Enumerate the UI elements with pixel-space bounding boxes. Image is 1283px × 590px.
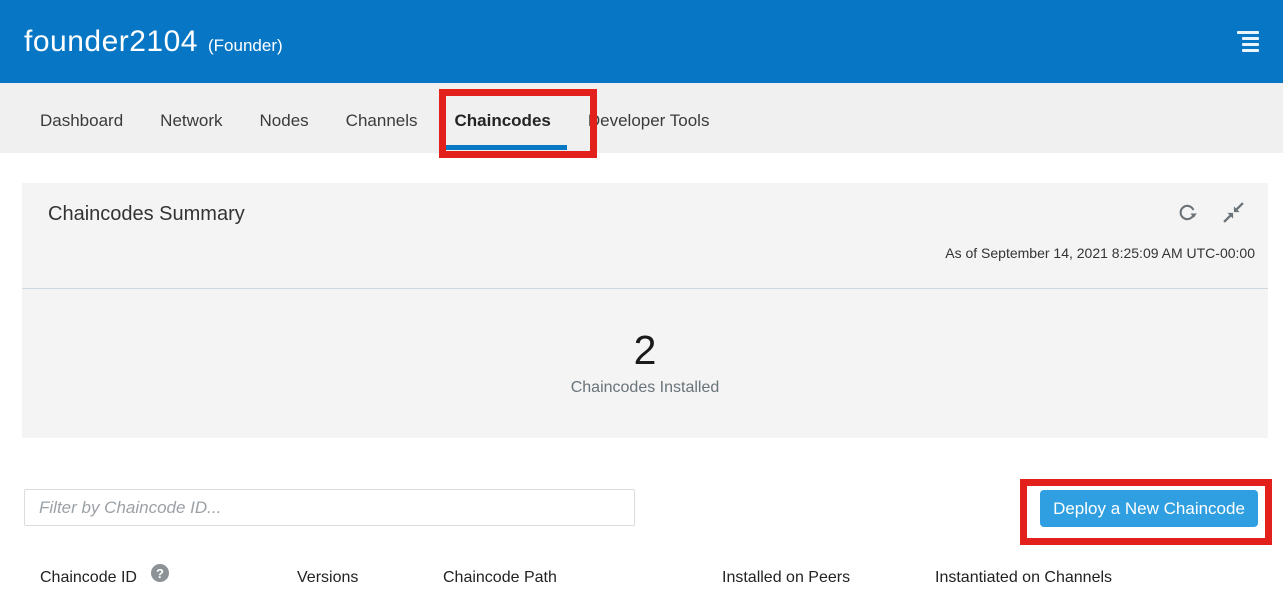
deploy-new-chaincode-button[interactable]: Deploy a New Chaincode	[1040, 490, 1258, 527]
collapse-icon[interactable]	[1223, 202, 1244, 223]
instance-title-group: founder2104 (Founder)	[24, 25, 283, 59]
tab-nodes[interactable]: Nodes	[260, 83, 309, 150]
tab-channels[interactable]: Channels	[346, 83, 418, 150]
tab-network[interactable]: Network	[160, 83, 222, 150]
column-header-installed-on-peers: Installed on Peers	[722, 569, 850, 587]
column-header-versions: Versions	[297, 569, 358, 587]
chaincodes-summary-panel: Chaincodes Summary As of September 14, 2…	[22, 183, 1268, 438]
summary-panel-header: Chaincodes Summary As of September 14, 2…	[22, 183, 1268, 289]
help-icon[interactable]: ?	[151, 564, 169, 582]
summary-panel-title: Chaincodes Summary	[48, 203, 245, 226]
nav-tabbar: Dashboard Network Nodes Channels Chainco…	[0, 83, 1283, 153]
hamburger-menu-icon[interactable]	[1237, 31, 1259, 52]
summary-panel-actions	[1177, 202, 1244, 223]
as-of-timestamp: As of September 14, 2021 8:25:09 AM UTC-…	[945, 245, 1255, 261]
refresh-icon[interactable]	[1177, 202, 1198, 223]
summary-panel-body: 2 Chaincodes Installed	[22, 289, 1268, 437]
chaincodes-installed-label: Chaincodes Installed	[571, 379, 720, 397]
page-title: founder2104	[24, 25, 198, 59]
top-header-bar: founder2104 (Founder)	[0, 0, 1283, 83]
column-header-chaincode-path: Chaincode Path	[443, 569, 557, 587]
page-subtitle: (Founder)	[208, 36, 283, 56]
tab-chaincodes[interactable]: Chaincodes	[439, 83, 567, 150]
filter-chaincode-input[interactable]	[24, 489, 635, 526]
tab-developer-tools[interactable]: Developer Tools	[588, 83, 710, 150]
column-header-chaincode-id: Chaincode ID	[40, 569, 137, 587]
app-window: founder2104 (Founder) Dashboard Network …	[0, 0, 1283, 590]
tab-dashboard[interactable]: Dashboard	[40, 83, 123, 150]
chaincodes-installed-count: 2	[634, 329, 657, 372]
column-header-instantiated-on-channels: Instantiated on Channels	[935, 569, 1112, 587]
